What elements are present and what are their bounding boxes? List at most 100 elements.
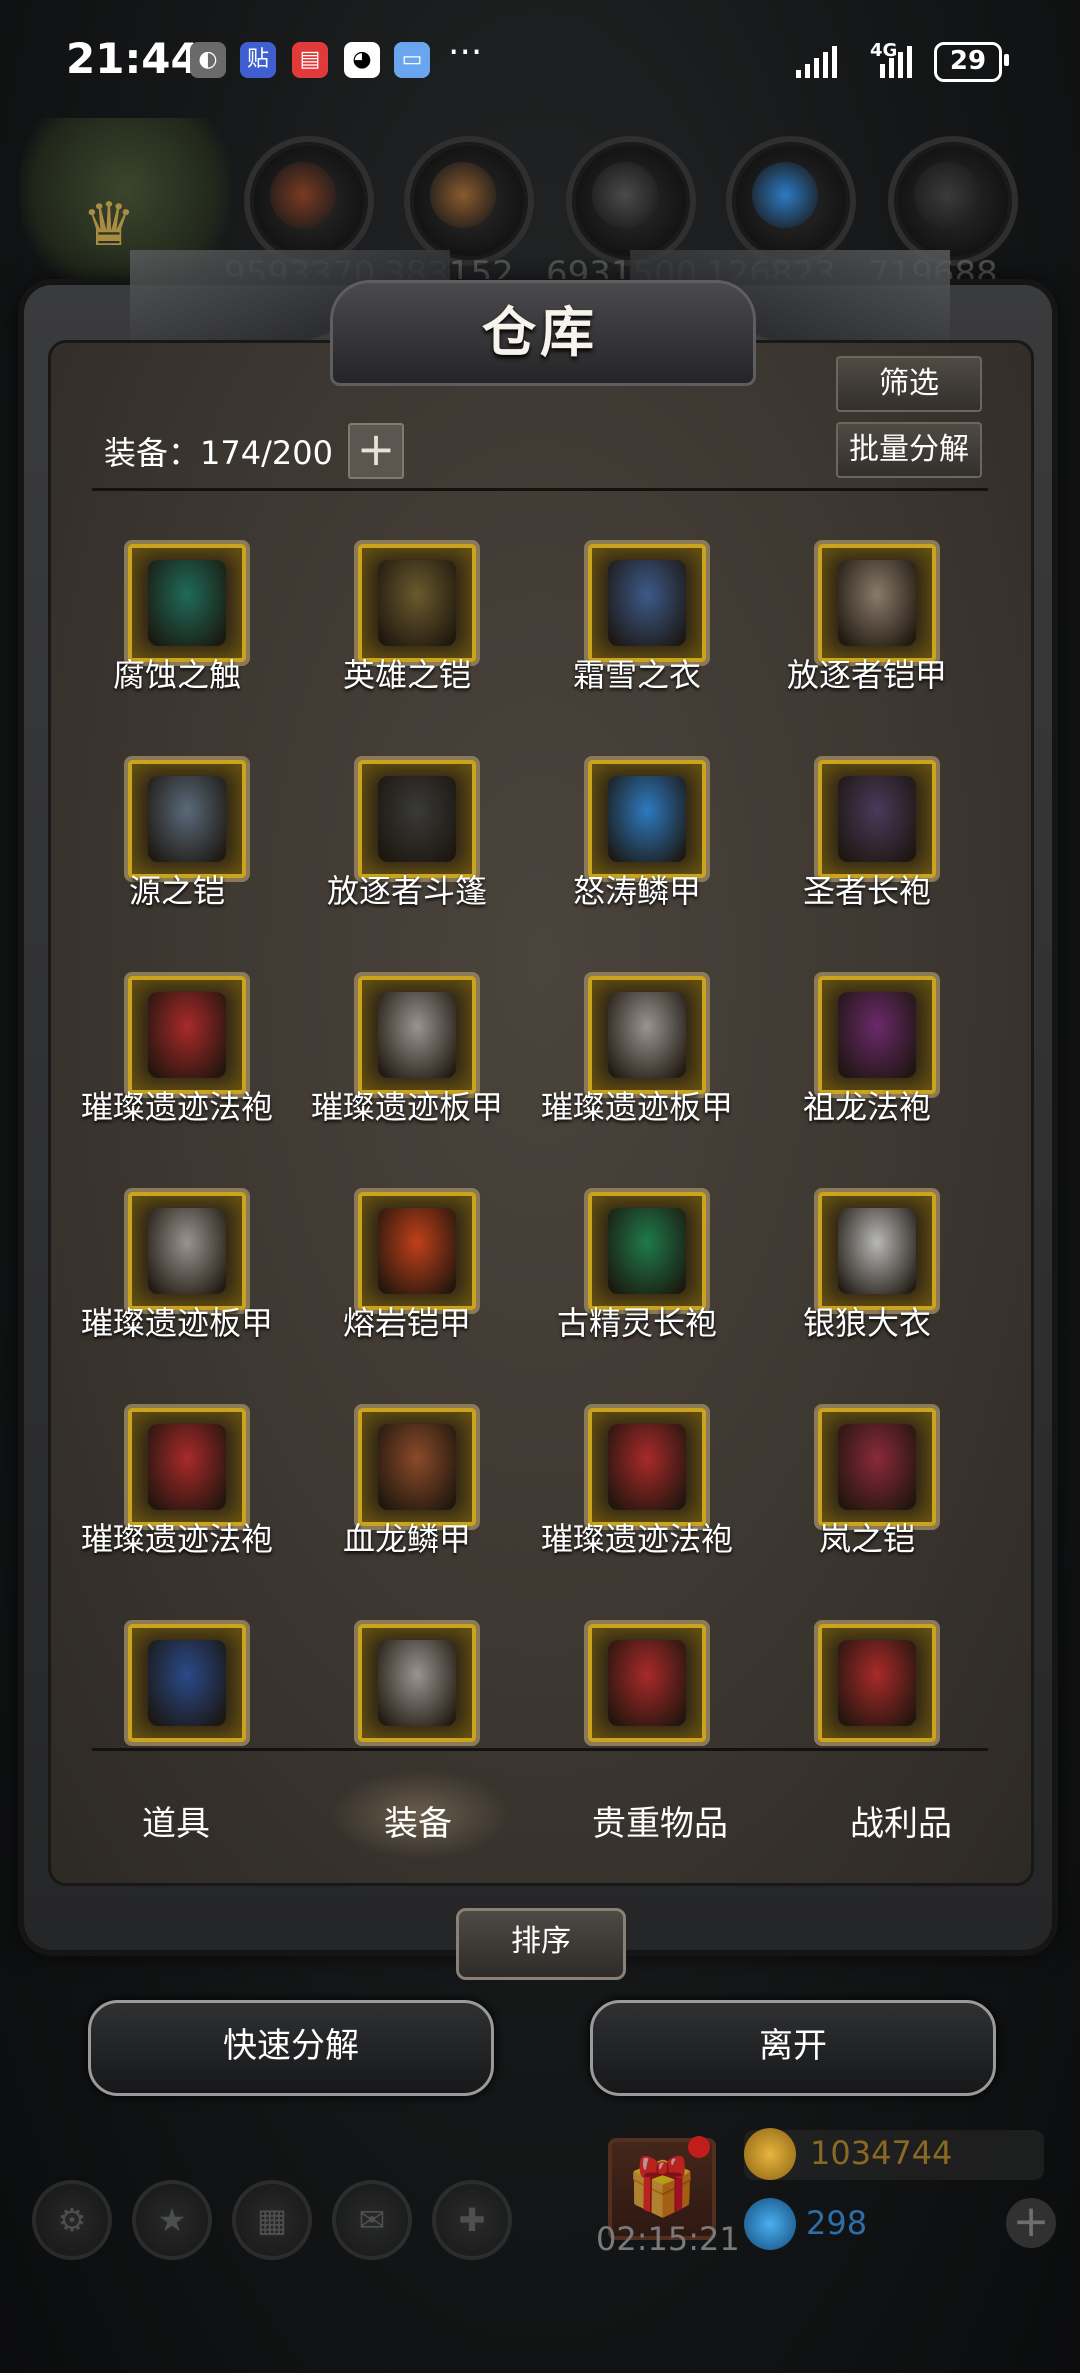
armor-icon — [148, 1208, 226, 1294]
armor-icon — [378, 992, 456, 1078]
meat-resource — [244, 136, 374, 266]
expand-capacity-button[interactable]: + — [348, 423, 404, 479]
inventory-slot[interactable]: 放逐者铠甲 — [742, 540, 972, 740]
battery-icon: 29 — [934, 42, 1009, 82]
quick-decompose-button[interactable]: 快速分解 — [88, 2000, 494, 2096]
tab-loot[interactable]: 战利品 — [850, 1796, 952, 1845]
tieba-notification-icon: 贴 — [240, 42, 276, 78]
robe-icon — [148, 1640, 226, 1726]
qq-notification-icon: ◕ — [344, 42, 380, 78]
inventory-slot[interactable]: 祖龙法袍 — [742, 972, 972, 1172]
mail-icon[interactable]: ✉ — [332, 2180, 412, 2260]
robe-icon — [608, 1424, 686, 1510]
item-frame — [584, 1404, 710, 1530]
stone-resource — [566, 136, 696, 266]
inventory-slot[interactable]: 古精灵长袍 — [512, 1188, 742, 1388]
item-frame — [814, 1620, 940, 1746]
armor-icon — [838, 560, 916, 646]
inventory-slot[interactable] — [512, 1620, 742, 1820]
inventory-slot[interactable]: 放逐者斗篷 — [282, 756, 512, 956]
item-frame — [584, 540, 710, 666]
inventory-slot[interactable]: 血龙鳞甲 — [282, 1404, 512, 1604]
armor-icon — [378, 1424, 456, 1510]
item-frame — [354, 1404, 480, 1530]
achievement-icon[interactable]: ★ — [132, 2180, 212, 2260]
more-notifications-icon: ··· — [448, 32, 483, 73]
add-currency-button[interactable]: + — [1006, 2198, 1056, 2248]
inventory-slot[interactable]: 源之铠 — [52, 756, 282, 956]
inventory-slot[interactable]: 璀璨遗迹法袍 — [52, 1404, 282, 1604]
inventory-slot[interactable]: 璀璨遗迹板甲 — [512, 972, 742, 1172]
iron-resource — [888, 136, 1018, 266]
armor-icon — [838, 1424, 916, 1510]
guild-icon[interactable]: ▦ — [232, 2180, 312, 2260]
settings-icon[interactable]: ⚙ — [32, 2180, 112, 2260]
inventory-slot[interactable]: 璀璨遗迹法袍 — [52, 972, 282, 1172]
filter-button[interactable]: 筛选 — [836, 356, 982, 412]
gift-timer: 02:15:21 — [596, 2220, 740, 2258]
bottom-divider — [92, 1748, 988, 1751]
inventory-slot[interactable]: 熔岩铠甲 — [282, 1188, 512, 1388]
stone-icon — [592, 162, 658, 228]
top-divider — [92, 488, 988, 491]
iron-icon — [914, 162, 980, 228]
robe-icon — [838, 992, 916, 1078]
item-frame — [814, 972, 940, 1098]
tab-valuables[interactable]: 贵重物品 — [592, 1796, 728, 1845]
robe-icon — [838, 776, 916, 862]
robe-icon — [148, 992, 226, 1078]
item-frame — [124, 1188, 250, 1314]
sort-button[interactable]: 排序 — [456, 1908, 626, 1980]
crystal-resource — [726, 136, 856, 266]
tab-items[interactable]: 道具 — [142, 1796, 210, 1845]
inventory-slot[interactable]: 璀璨遗迹法袍 — [512, 1404, 742, 1604]
item-name: 岚之铠 — [818, 1520, 915, 1558]
map-icon[interactable]: ✚ — [432, 2180, 512, 2260]
inventory-slot[interactable]: 腐蚀之触 — [52, 540, 282, 740]
item-frame — [584, 1188, 710, 1314]
item-frame — [124, 756, 250, 882]
item-name: 圣者长袍 — [802, 872, 931, 910]
inventory-slot[interactable]: 怒涛鳞甲 — [512, 756, 742, 956]
item-name: 银狼大衣 — [802, 1304, 931, 1342]
message-notification-icon: ▭ — [394, 42, 430, 78]
item-frame — [354, 756, 480, 882]
inventory-slot[interactable] — [52, 1620, 282, 1820]
tab-equipment[interactable]: 装备 — [384, 1796, 452, 1845]
wood-resource — [404, 136, 534, 266]
item-frame — [124, 1620, 250, 1746]
coat-icon — [838, 1208, 916, 1294]
gem-amount: 298 — [806, 2204, 868, 2242]
inventory-slot[interactable]: 圣者长袍 — [742, 756, 972, 956]
inventory-slot[interactable]: 银狼大衣 — [742, 1188, 972, 1388]
item-name: 祖龙法袍 — [802, 1088, 931, 1126]
equipment-count: 装备：174/200 — [104, 434, 333, 472]
item-frame — [354, 540, 480, 666]
batch-decompose-button[interactable]: 批量分解 — [836, 422, 982, 478]
item-frame — [814, 756, 940, 882]
gold-amount: 1034744 — [810, 2134, 953, 2172]
crystal-icon — [752, 162, 818, 228]
inventory-slot[interactable]: 璀璨遗迹板甲 — [52, 1188, 282, 1388]
inventory-slot[interactable]: 霜雪之衣 — [512, 540, 742, 740]
meat-icon — [270, 162, 336, 228]
robe-icon — [148, 1424, 226, 1510]
armor-icon — [608, 776, 686, 862]
inventory-slot[interactable] — [742, 1620, 972, 1820]
inventory-slot[interactable]: 英雄之铠 — [282, 540, 512, 740]
gold-coin-icon — [744, 2128, 796, 2180]
robe-icon — [608, 1640, 686, 1726]
robe-icon — [838, 1640, 916, 1726]
inventory-slot[interactable]: 璀璨遗迹板甲 — [282, 972, 512, 1172]
inventory-slot[interactable]: 岚之铠 — [742, 1404, 972, 1604]
item-frame — [584, 972, 710, 1098]
item-frame — [814, 1188, 940, 1314]
signal-icon-2 — [880, 44, 912, 78]
gift-notification-dot — [688, 2136, 710, 2158]
cloak-icon — [378, 776, 456, 862]
gem-icon — [744, 2198, 796, 2250]
item-frame — [814, 1404, 940, 1530]
leave-button[interactable]: 离开 — [590, 2000, 996, 2096]
app-notification-icon: ◐ — [190, 42, 226, 78]
crown-icon: ♛ — [82, 190, 136, 260]
